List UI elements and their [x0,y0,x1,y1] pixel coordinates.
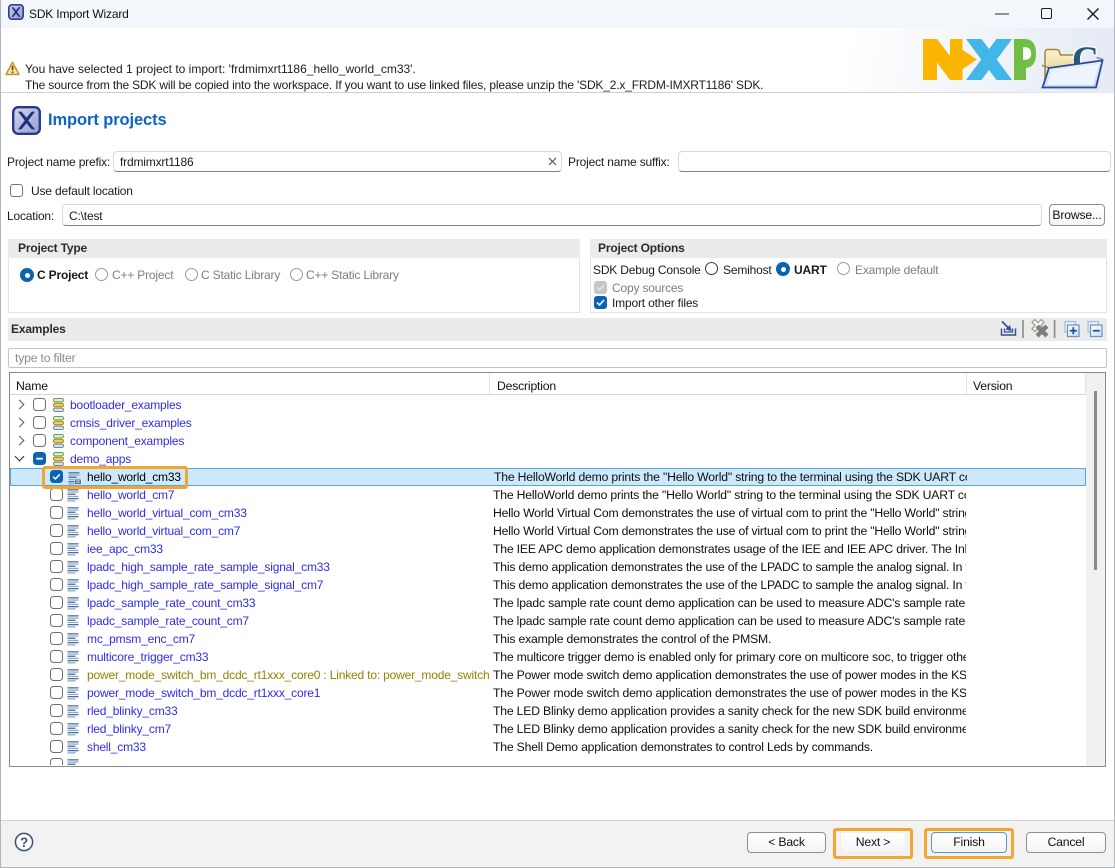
svg-text:?: ? [20,835,28,850]
